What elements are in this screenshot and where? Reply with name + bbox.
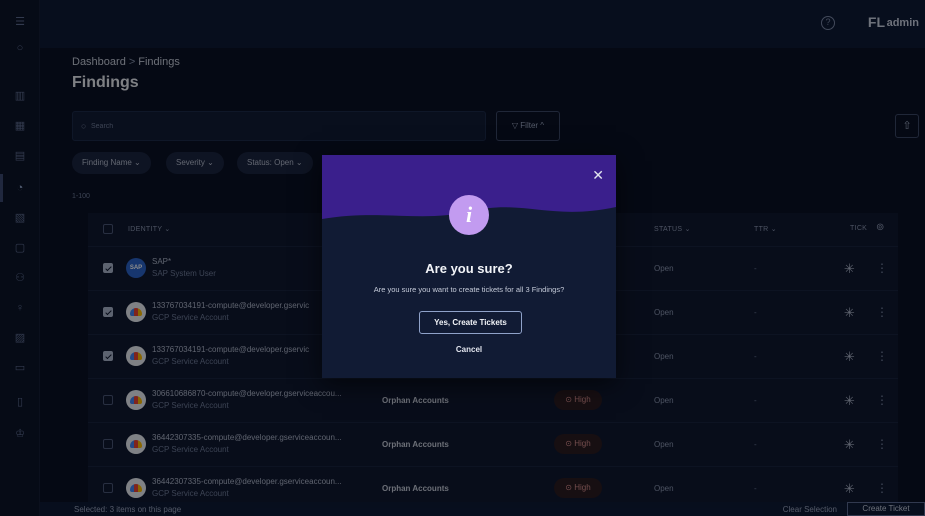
close-icon[interactable]: ✕ <box>592 167 604 184</box>
cancel-button[interactable]: Cancel <box>322 345 616 354</box>
confirm-create-tickets-button[interactable]: Yes, Create Tickets <box>419 311 522 334</box>
confirm-dialog: ✕ i Are you sure? Are you sure you want … <box>322 155 616 378</box>
info-icon: i <box>449 195 489 235</box>
dialog-title: Are you sure? <box>425 261 513 276</box>
dialog-message: Are you sure you want to create tickets … <box>373 285 565 294</box>
